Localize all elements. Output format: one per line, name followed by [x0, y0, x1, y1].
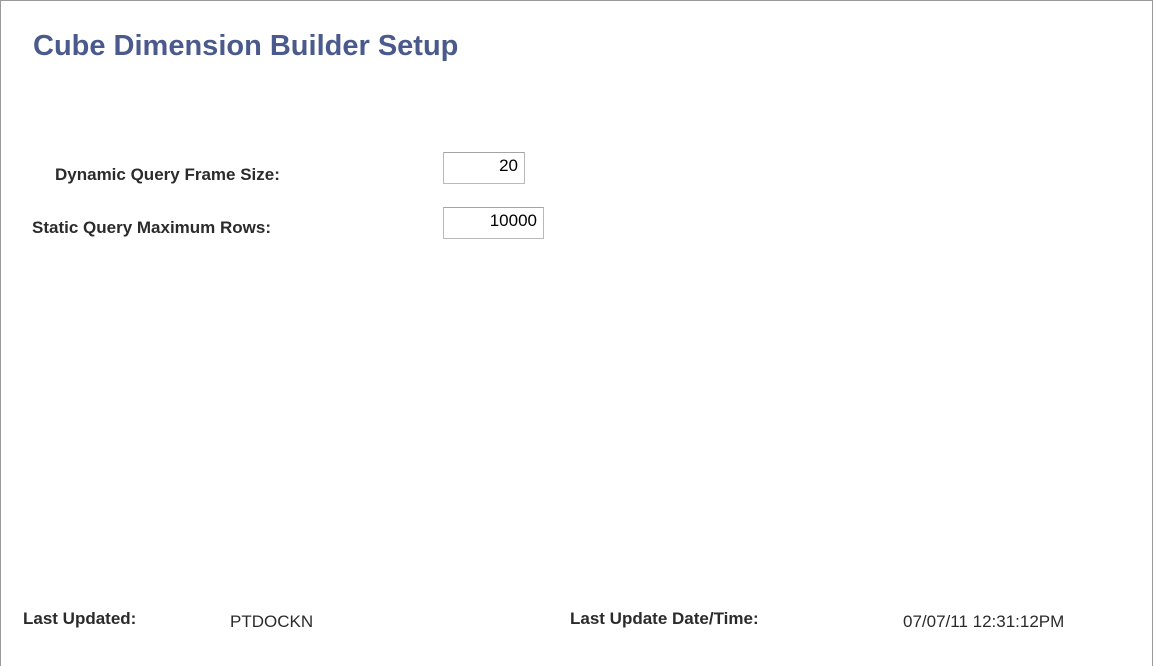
- last-updated-label: Last Updated:: [23, 609, 137, 628]
- dynamic-query-frame-size-input[interactable]: [443, 152, 525, 184]
- last-update-datetime-value: 07/07/11 12:31:12PM: [903, 612, 1065, 631]
- static-query-maximum-rows-label: Static Query Maximum Rows:: [32, 218, 272, 237]
- last-update-datetime-label: Last Update Date/Time:: [570, 609, 759, 628]
- page-title: Cube Dimension Builder Setup: [33, 30, 459, 62]
- dynamic-query-frame-size-label: Dynamic Query Frame Size:: [55, 165, 280, 184]
- static-query-maximum-rows-input[interactable]: [443, 207, 544, 239]
- last-updated-value: PTDOCKN: [230, 612, 314, 631]
- page-frame: [0, 0, 1153, 666]
